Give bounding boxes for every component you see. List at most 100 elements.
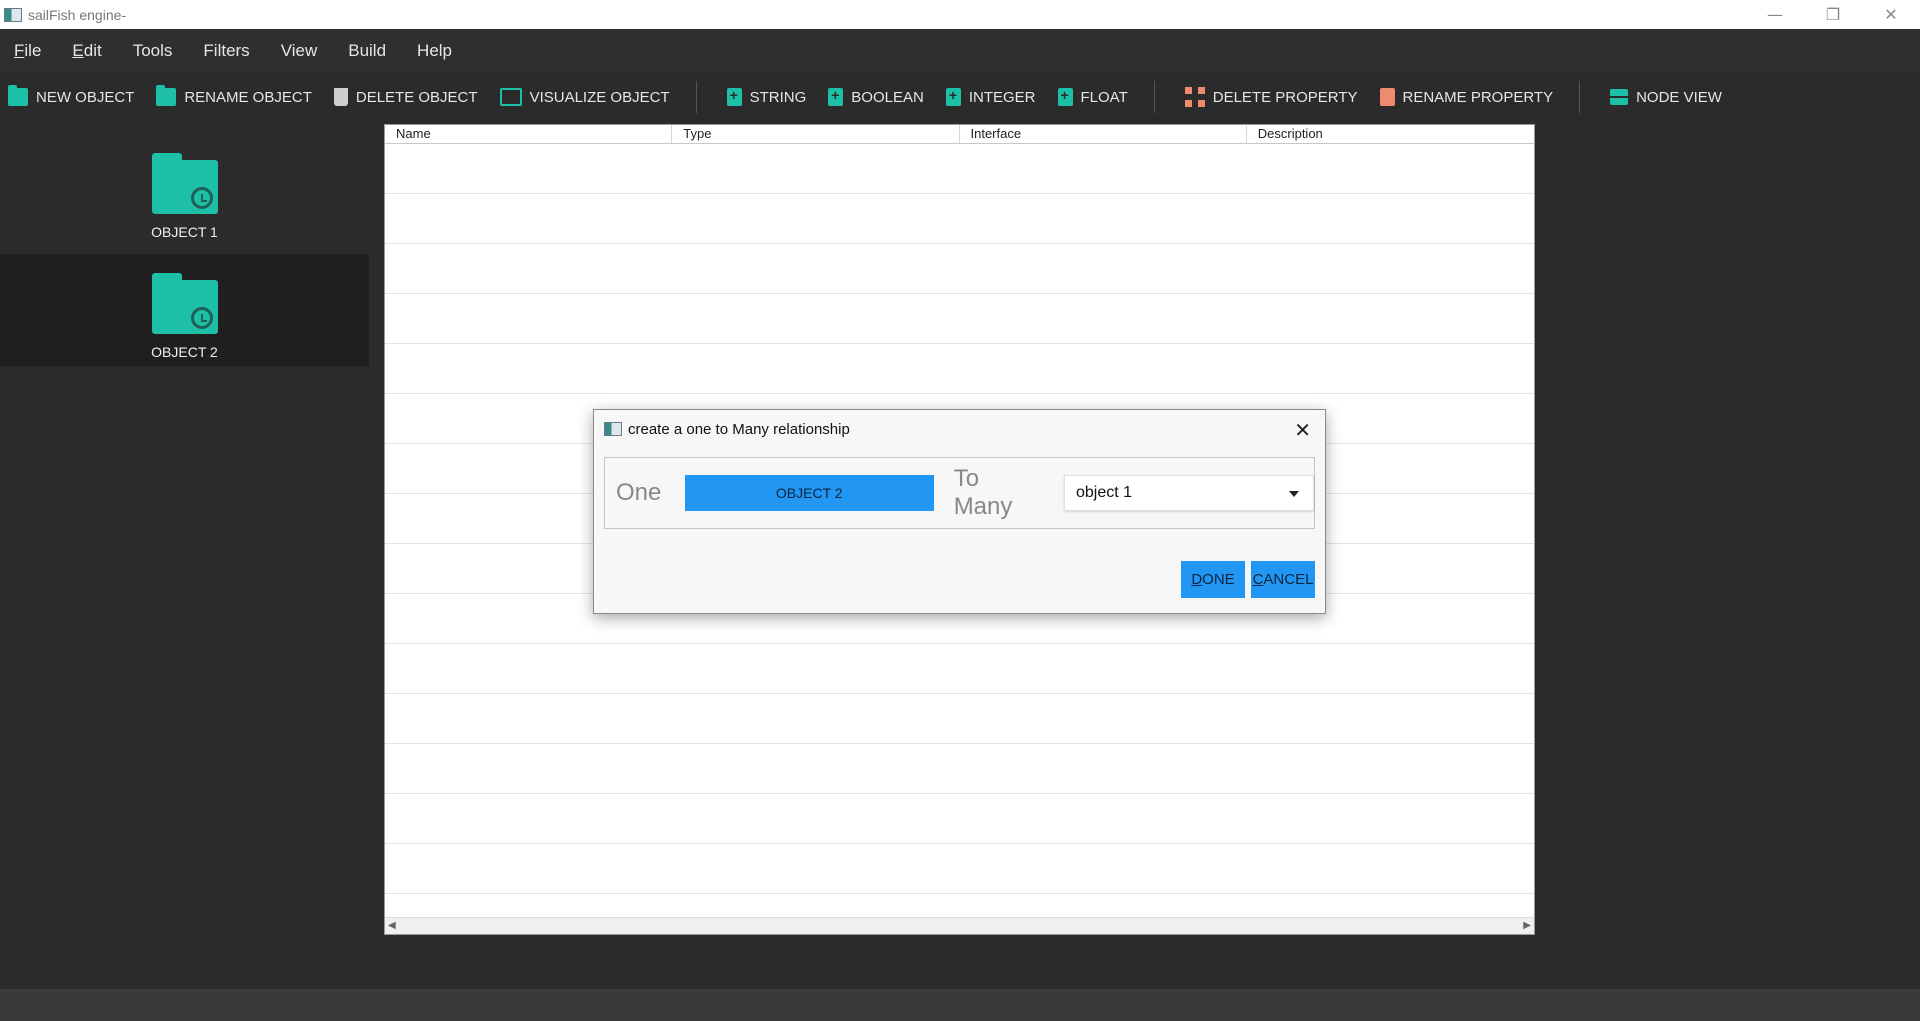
toolbar-separator xyxy=(695,81,697,113)
table-row[interactable] xyxy=(385,194,1534,244)
table-row[interactable] xyxy=(385,344,1534,394)
object-item[interactable]: OBJECT 1 xyxy=(0,134,369,246)
folder-clock-icon xyxy=(151,273,218,334)
add-document-icon xyxy=(828,87,844,106)
window-controls: — ❐ ✕ xyxy=(1746,0,1920,29)
column-header-description[interactable]: Description xyxy=(1247,125,1534,143)
rename-property-button[interactable]: RENAME PROPERTY xyxy=(1379,88,1554,106)
delete-property-label: DELETE PROPERTY xyxy=(1212,88,1358,106)
delete-property-button[interactable]: DELETE PROPERTY xyxy=(1184,87,1358,107)
horizontal-scrollbar[interactable]: ◀ ▶ xyxy=(385,917,1534,934)
table-row[interactable] xyxy=(385,144,1534,194)
new-folder-icon xyxy=(8,85,28,106)
delete-object-button[interactable]: DELETE OBJECT xyxy=(333,88,478,106)
toolbar-separator xyxy=(1579,81,1581,113)
chevron-down-icon xyxy=(1289,491,1299,497)
table-row[interactable] xyxy=(385,844,1534,894)
monitor-icon xyxy=(499,88,522,106)
object-sidebar: OBJECT 1 OBJECT 2 xyxy=(0,121,369,989)
menu-help[interactable]: Help xyxy=(417,41,452,61)
menu-filters[interactable]: Filters xyxy=(203,41,249,61)
done-button[interactable]: D ONE xyxy=(1181,561,1245,598)
boolean-button[interactable]: BOOLEAN xyxy=(828,87,924,106)
clock-icon xyxy=(190,307,213,329)
app-icon xyxy=(604,422,622,436)
integer-label: INTEGER xyxy=(968,88,1036,106)
node-view-button[interactable]: NODE VIEW xyxy=(1610,89,1722,106)
close-window-button[interactable]: ✕ xyxy=(1862,0,1920,29)
toolbar-separator xyxy=(1153,81,1155,113)
relationship-group: One OBJECT 2 To Many object 1 xyxy=(604,457,1315,529)
menu-file-label: ile xyxy=(24,41,42,60)
clock-icon xyxy=(190,187,213,209)
scroll-right-icon[interactable]: ▶ xyxy=(1523,920,1531,931)
scroll-left-icon[interactable]: ◀ xyxy=(388,920,396,931)
boolean-label: BOOLEAN xyxy=(851,88,924,106)
object-label: OBJECT 2 xyxy=(151,344,218,360)
column-header-type[interactable]: Type xyxy=(672,125,960,143)
nodes-icon xyxy=(1184,87,1205,107)
node-view-label: NODE VIEW xyxy=(1636,88,1722,106)
column-header-name[interactable]: Name xyxy=(385,125,673,143)
string-button[interactable]: STRING xyxy=(726,87,807,106)
object-item-selected[interactable]: OBJECT 2 xyxy=(0,254,369,366)
to-many-label: To Many xyxy=(953,465,1013,520)
app-icon xyxy=(4,7,22,22)
menu-bar: File Edit Tools Filters View Build Help xyxy=(0,29,1920,73)
folder-clock-icon xyxy=(151,153,218,214)
string-label: STRING xyxy=(749,88,807,106)
done-accel: D xyxy=(1191,571,1203,588)
trash-icon xyxy=(333,88,348,106)
table-row[interactable] xyxy=(385,294,1534,344)
window-title: sailFish engine- xyxy=(28,6,127,23)
integer-button[interactable]: INTEGER xyxy=(945,87,1036,106)
table-row[interactable] xyxy=(385,744,1534,794)
server-icon xyxy=(1610,89,1629,105)
status-bar xyxy=(0,989,1920,1021)
close-icon[interactable]: ✕ xyxy=(1294,418,1311,442)
add-document-icon xyxy=(945,87,961,106)
table-row[interactable] xyxy=(385,644,1534,694)
restore-button[interactable]: ❐ xyxy=(1804,0,1862,29)
add-document-icon xyxy=(1057,87,1073,106)
cancel-label: ANCEL xyxy=(1263,571,1314,588)
menu-edit-label: dit xyxy=(83,41,102,60)
one-object-button[interactable]: OBJECT 2 xyxy=(684,475,934,511)
one-label: One xyxy=(616,479,662,506)
visualize-object-label: VISUALIZE OBJECT xyxy=(529,88,670,106)
relationship-dialog: create a one to Many relationship ✕ One … xyxy=(593,409,1326,614)
rename-folder-icon xyxy=(156,85,177,106)
rename-object-label: RENAME OBJECT xyxy=(184,88,312,106)
menu-edit[interactable]: Edit xyxy=(72,41,101,61)
float-button[interactable]: FLOAT xyxy=(1057,87,1128,106)
new-object-button[interactable]: NEW OBJECT xyxy=(8,85,135,106)
object-label: OBJECT 1 xyxy=(151,224,218,240)
float-label: FLOAT xyxy=(1080,88,1128,106)
new-object-label: NEW OBJECT xyxy=(36,88,135,106)
delete-object-label: DELETE OBJECT xyxy=(355,88,478,106)
rename-property-label: RENAME PROPERTY xyxy=(1402,88,1554,106)
rename-object-button[interactable]: RENAME OBJECT xyxy=(156,85,312,106)
table-row[interactable] xyxy=(385,694,1534,744)
many-object-select[interactable]: object 1 xyxy=(1064,475,1314,511)
column-header-interface[interactable]: Interface xyxy=(960,125,1247,143)
minimize-button[interactable]: — xyxy=(1746,0,1804,29)
menu-view[interactable]: View xyxy=(281,41,318,61)
window-titlebar: sailFish engine- — ❐ ✕ xyxy=(0,0,1920,29)
menu-build[interactable]: Build xyxy=(348,41,386,61)
table-row[interactable] xyxy=(385,794,1534,844)
cancel-button[interactable]: C ANCEL xyxy=(1251,561,1315,598)
table-row[interactable] xyxy=(385,244,1534,294)
cancel-accel: C xyxy=(1252,571,1264,588)
menu-tools[interactable]: Tools xyxy=(133,41,173,61)
dialog-title: create a one to Many relationship xyxy=(628,420,850,438)
visualize-object-button[interactable]: VISUALIZE OBJECT xyxy=(499,88,670,106)
menu-file[interactable]: File xyxy=(14,41,41,61)
many-object-value: object 1 xyxy=(1076,484,1133,501)
menu-file-accel: F xyxy=(14,41,25,60)
menu-edit-accel: E xyxy=(72,41,84,60)
toolbar: NEW OBJECT RENAME OBJECT DELETE OBJECT V… xyxy=(0,73,1920,121)
add-document-icon xyxy=(726,87,742,106)
document-icon xyxy=(1379,88,1395,106)
done-label: ONE xyxy=(1202,571,1235,588)
